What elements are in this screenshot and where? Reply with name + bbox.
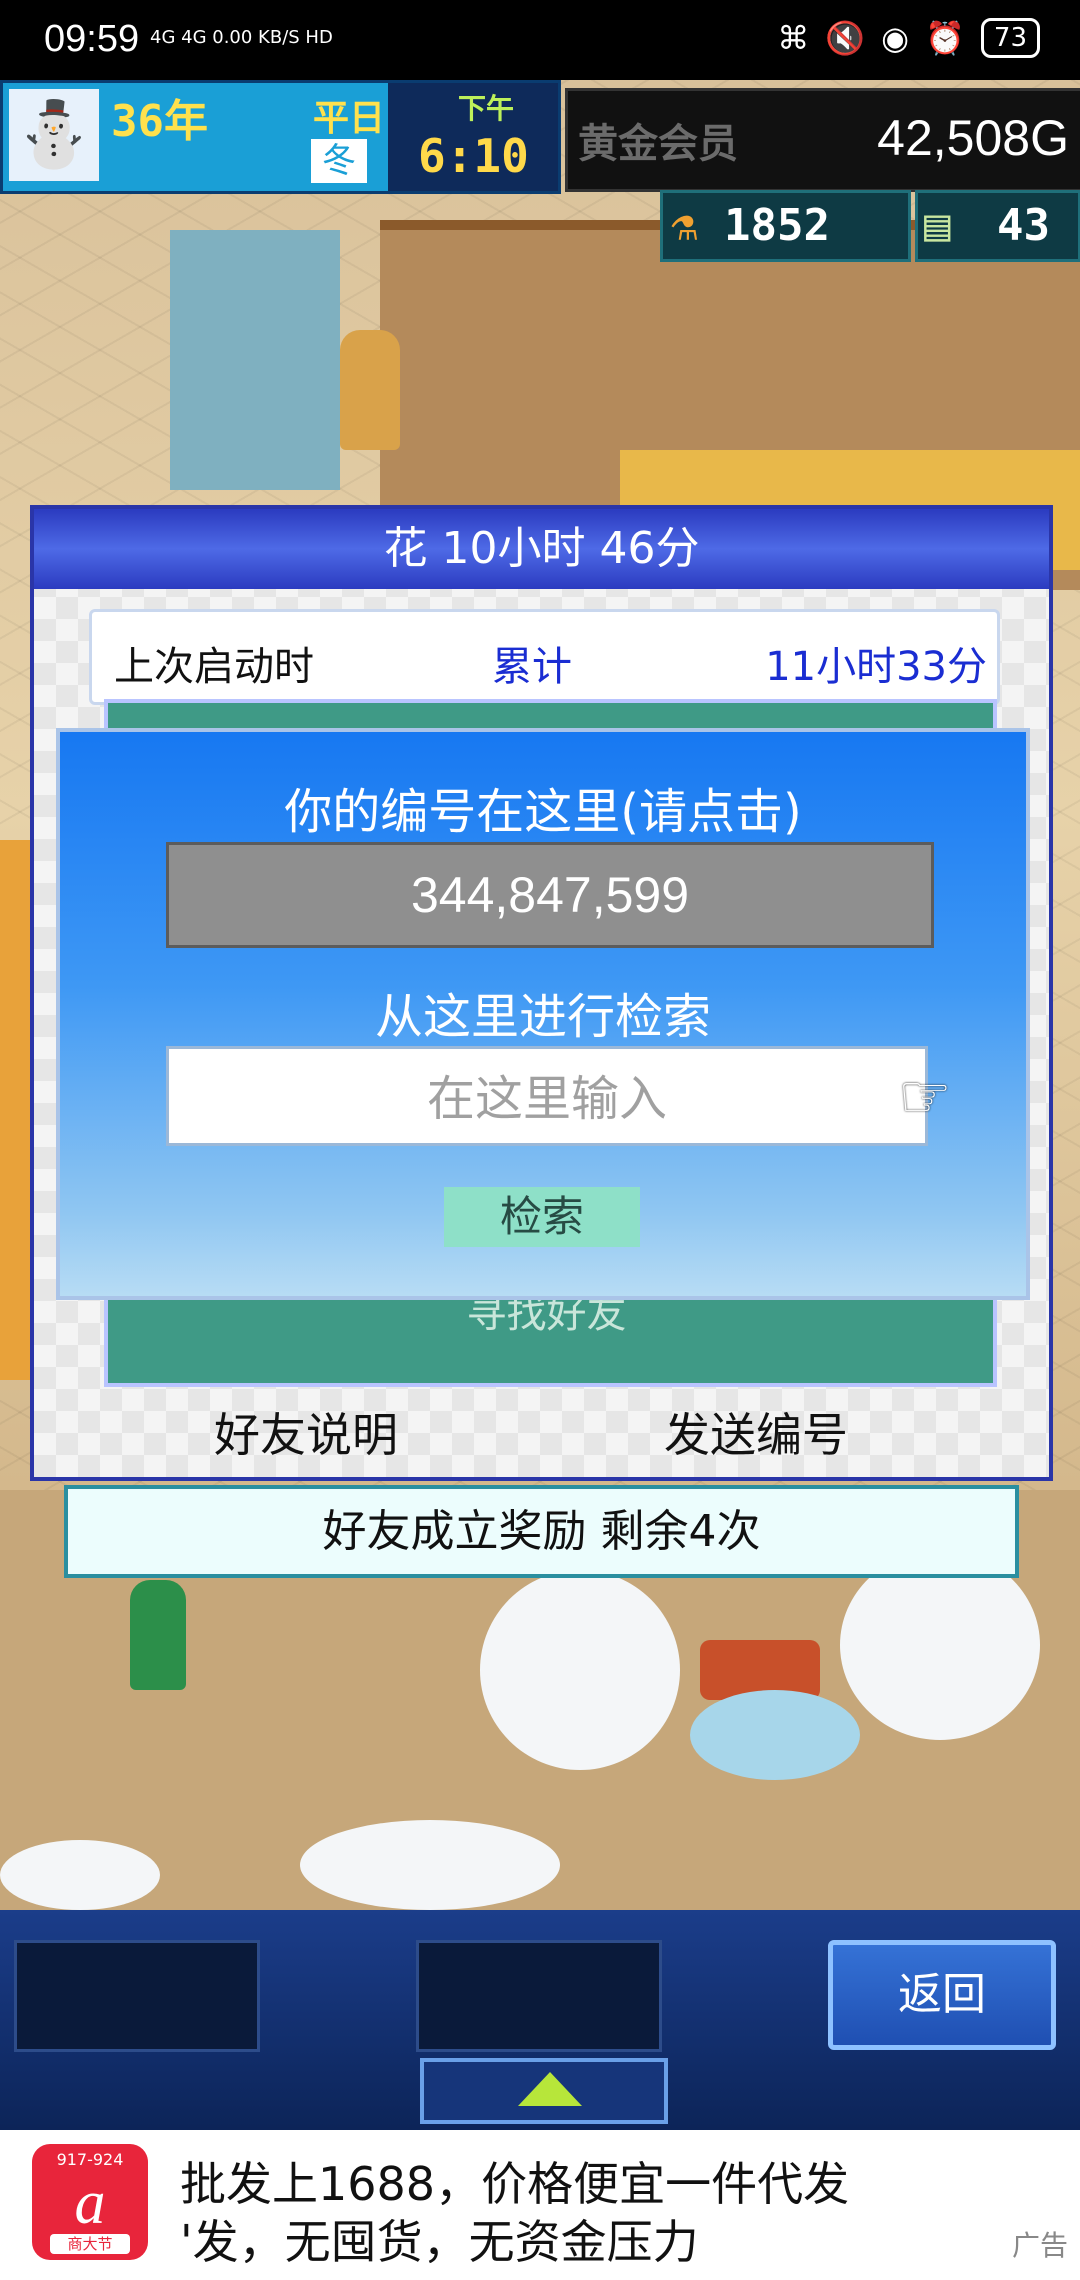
up-arrow-icon xyxy=(518,2072,582,2106)
player-id-box[interactable]: 344,847,599 xyxy=(166,842,934,948)
snow-tree xyxy=(0,1840,160,1910)
alarm-icon: ⏰ xyxy=(925,19,965,57)
ad-text-line2: '发，无囤货，无资金压力 xyxy=(180,2215,699,2269)
year-label: 36年 xyxy=(111,96,208,147)
day-type-label: 平日 xyxy=(313,98,386,139)
snow-tree xyxy=(480,1570,680,1770)
clock-panel: 下午 6:10 xyxy=(388,83,558,191)
search-button[interactable]: 检索 xyxy=(444,1187,640,1247)
season-label: 冬 xyxy=(311,139,367,183)
panel-title: 花 10小时 46分 xyxy=(34,509,1049,589)
search-input[interactable]: 在这里输入 xyxy=(166,1046,928,1146)
id-title: 你的编号在这里(请点击) xyxy=(284,784,802,840)
ad-logo[interactable]: 917-924 a 商大节 xyxy=(32,2144,148,2260)
friend-info-link[interactable]: 好友说明 xyxy=(214,1399,398,1465)
back-button[interactable]: 返回 xyxy=(828,1940,1056,2050)
friend-reward-banner: 好友成立奖励 剩余4次 xyxy=(64,1485,1019,1578)
pointing-hand-icon: ☜ xyxy=(898,1062,952,1132)
snowman-icon: ⛄ xyxy=(9,89,99,181)
send-id-link[interactable]: 发送编号 xyxy=(664,1399,848,1465)
research-points-value: 1852 xyxy=(724,200,830,251)
lock-icon: ◉ xyxy=(881,19,910,57)
resource-panel: ⚗ 1852 ▤ 43 xyxy=(640,190,1080,262)
money-value: 42,508G xyxy=(877,110,1069,166)
period-label: 下午 xyxy=(458,92,515,125)
tickets-value: 43 xyxy=(997,200,1050,251)
status-time: 09:59 xyxy=(44,18,140,60)
total-label: 累计 xyxy=(492,644,572,690)
research-points: ⚗ 1852 xyxy=(660,190,911,262)
ad-logo-tag: 商大节 xyxy=(50,2234,130,2254)
last-launch-label: 上次启动时 xyxy=(114,644,314,690)
character-sprite[interactable] xyxy=(130,1580,186,1690)
toolbar-slot-middle[interactable] xyxy=(416,1940,662,2052)
alibaba-logo-icon: a xyxy=(74,2169,106,2237)
money-panel: 黄金会员 42,508G xyxy=(565,88,1080,192)
ad-banner[interactable]: 917-924 a 商大节 批发上1688，价格便宜一件代发 '发，无囤货，无资… xyxy=(0,2130,1080,2280)
status-bar: 09:59 4G 4G 0.00 KB/S HD ⌘ 🔇 ◉ ⏰ 73 xyxy=(0,0,1080,80)
room-wall xyxy=(170,230,340,490)
pond xyxy=(690,1690,860,1780)
membership-label: 黄金会员 xyxy=(578,121,738,167)
ad-logo-number: 917-924 xyxy=(56,2150,124,2169)
expand-menu-button[interactable] xyxy=(420,2058,668,2124)
ticket-icon: ▤ xyxy=(924,200,951,251)
date-panel[interactable]: ⛄ 36年 平日 冬 下午 6:10 xyxy=(0,80,561,194)
battery-icon: 73 xyxy=(980,18,1040,58)
clock-label: 6:10 xyxy=(418,129,529,183)
network-indicator: 4G 4G 0.00 KB/S HD xyxy=(150,27,333,48)
flask-icon: ⚗ xyxy=(671,200,698,251)
snow-mound xyxy=(300,1820,560,1910)
toolbar-slot-left[interactable] xyxy=(14,1940,260,2052)
search-label: 从这里进行检索 xyxy=(374,989,711,1045)
tickets: ▤ 43 xyxy=(915,190,1080,262)
character-sprite[interactable] xyxy=(340,330,400,450)
friend-search-dialog: 你的编号在这里(请点击) 344,847,599 从这里进行检索 在这里输入 ☜… xyxy=(56,728,1030,1300)
ad-label: 广告 xyxy=(1011,2229,1068,2262)
bottom-toolbar: 返回 xyxy=(0,1910,1080,2130)
snow-tree xyxy=(840,1550,1040,1740)
total-time-value: 11小时33分 xyxy=(765,644,987,690)
nfc-icon: ⌘ xyxy=(777,19,810,57)
status-icons: ⌘ 🔇 ◉ ⏰ 73 xyxy=(777,18,1040,58)
ad-text-line1: 批发上1688，价格便宜一件代发 xyxy=(180,2157,850,2211)
play-time-row: 上次启动时 累计 11小时33分 xyxy=(89,609,1000,705)
mute-icon: 🔇 xyxy=(825,19,866,57)
